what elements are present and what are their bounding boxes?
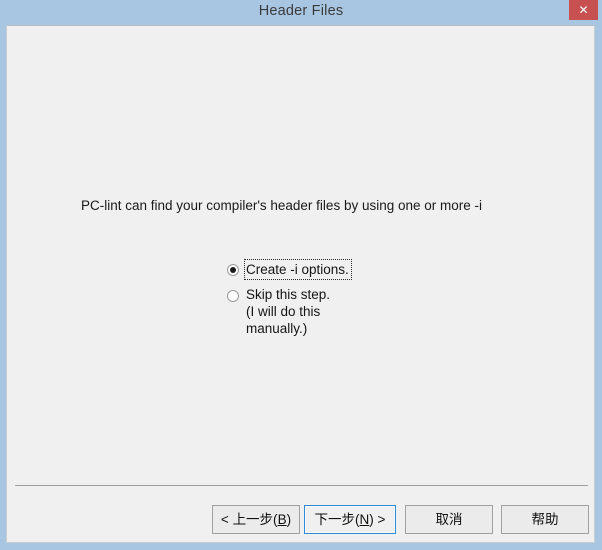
cancel-button[interactable]: 取消 [405, 505, 493, 534]
prompt-message: PC-lint can find your compiler's header … [81, 198, 483, 213]
radio-label-skip-this-step: Skip this step. [246, 287, 331, 302]
back-button-label: 上一步( [232, 512, 278, 527]
next-button[interactable]: 下一步(N) > [304, 505, 396, 534]
radio-option-skip-this-step[interactable]: Skip this step. (I will do this manually… [227, 286, 427, 340]
dialog-window: Header Files ✕ PC-lint can find your com… [0, 0, 602, 550]
back-button-suffix: ) [286, 512, 292, 527]
radio-subline-1: (I will do this [246, 304, 321, 319]
back-button[interactable]: < 上一步(B) [212, 505, 300, 534]
radio-indicator-selected[interactable] [227, 264, 239, 276]
close-icon[interactable]: ✕ [569, 0, 598, 20]
next-button-accel: N [359, 512, 370, 527]
footer-separator [15, 485, 588, 486]
back-button-accel: B [277, 512, 287, 527]
radio-option-create-i-options[interactable]: Create -i options. [227, 259, 427, 286]
radio-label-create-i-options: Create -i options. [244, 259, 352, 280]
radio-indicator-unselected[interactable] [227, 290, 239, 302]
next-button-label: 下一步( [314, 512, 360, 527]
window-title: Header Files [258, 3, 344, 19]
title-bar: Header Files ✕ [0, 0, 602, 24]
dialog-button-row: < 上一步(B) 下一步(N) > 取消 帮助 [7, 505, 596, 537]
next-button-suffix: ) > [369, 512, 386, 527]
help-button[interactable]: 帮助 [501, 505, 589, 534]
back-button-prefix: < [220, 512, 233, 527]
header-files-option-group: Create -i options. Skip this step. (I wi… [227, 259, 427, 340]
dialog-client-area: PC-lint can find your compiler's header … [6, 25, 595, 543]
radio-subline-2: manually.) [246, 321, 308, 336]
